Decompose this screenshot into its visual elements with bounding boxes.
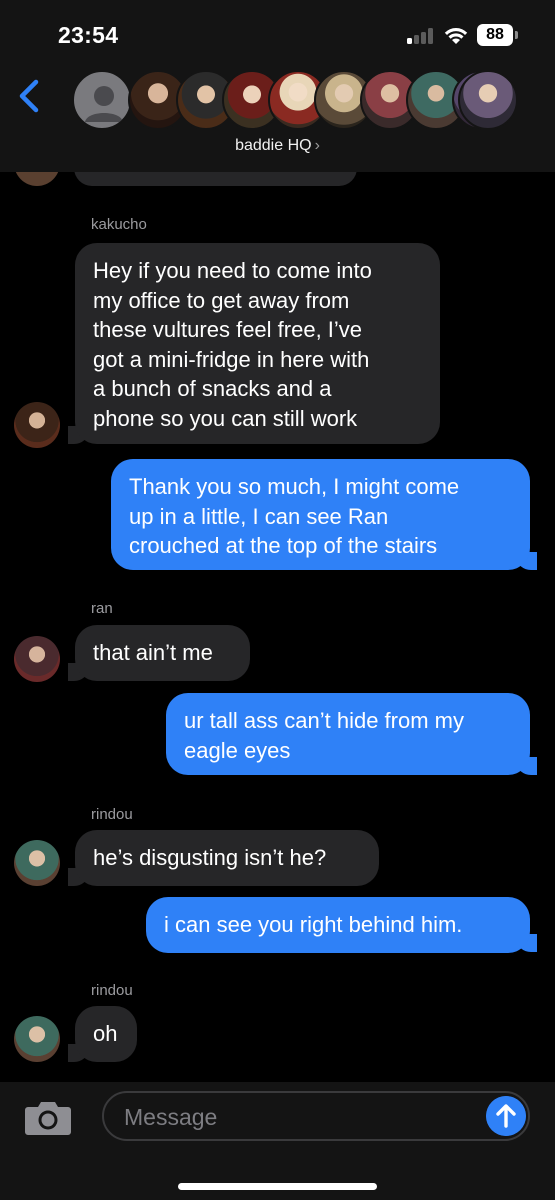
group-name[interactable]: baddie HQ ›: [0, 137, 555, 155]
chevron-right-icon: ›: [314, 137, 320, 154]
message-input[interactable]: [124, 1102, 464, 1132]
send-arrow-icon[interactable]: [486, 1096, 526, 1136]
sender-avatar: [14, 402, 60, 448]
home-indicator: [178, 1183, 377, 1190]
group-avatars[interactable]: [72, 70, 518, 134]
avatar-generic: [72, 70, 132, 130]
sender-avatar: [14, 840, 60, 886]
camera-icon[interactable]: [24, 1098, 72, 1136]
sender-label: rindou: [91, 806, 133, 823]
incoming-message[interactable]: Hey if you need to come into my office t…: [75, 243, 440, 444]
outgoing-message[interactable]: i can see you right behind him.: [146, 897, 530, 953]
incoming-message[interactable]: he’s disgusting isn’t he?: [75, 830, 379, 886]
sender-avatar: [14, 636, 60, 682]
outgoing-message[interactable]: ur tall ass can’t hide from my eagle eye…: [166, 693, 530, 775]
incoming-message[interactable]: oh: [75, 1006, 137, 1062]
sender-label: ran: [91, 600, 113, 617]
group-name-label: baddie HQ: [235, 137, 312, 154]
battery-icon: 88: [477, 24, 513, 46]
sender-avatar: [14, 1016, 60, 1062]
sender-label: kakucho: [91, 216, 147, 233]
message-field[interactable]: [102, 1091, 530, 1141]
sender-label: rindou: [91, 982, 133, 999]
signal-icon: [407, 28, 434, 44]
outgoing-message[interactable]: Thank you so much, I might come up in a …: [111, 459, 530, 570]
status-time: 23:54: [58, 22, 119, 48]
person-icon: [85, 86, 123, 122]
battery-cap: [515, 31, 518, 39]
wifi-icon: [444, 28, 468, 44]
avatar-member-9: [458, 70, 518, 130]
conversation-header: 23:54 88 baddie HQ ›: [0, 0, 555, 172]
back-chevron-icon[interactable]: [14, 78, 46, 114]
incoming-message[interactable]: that ain’t me: [75, 625, 250, 681]
